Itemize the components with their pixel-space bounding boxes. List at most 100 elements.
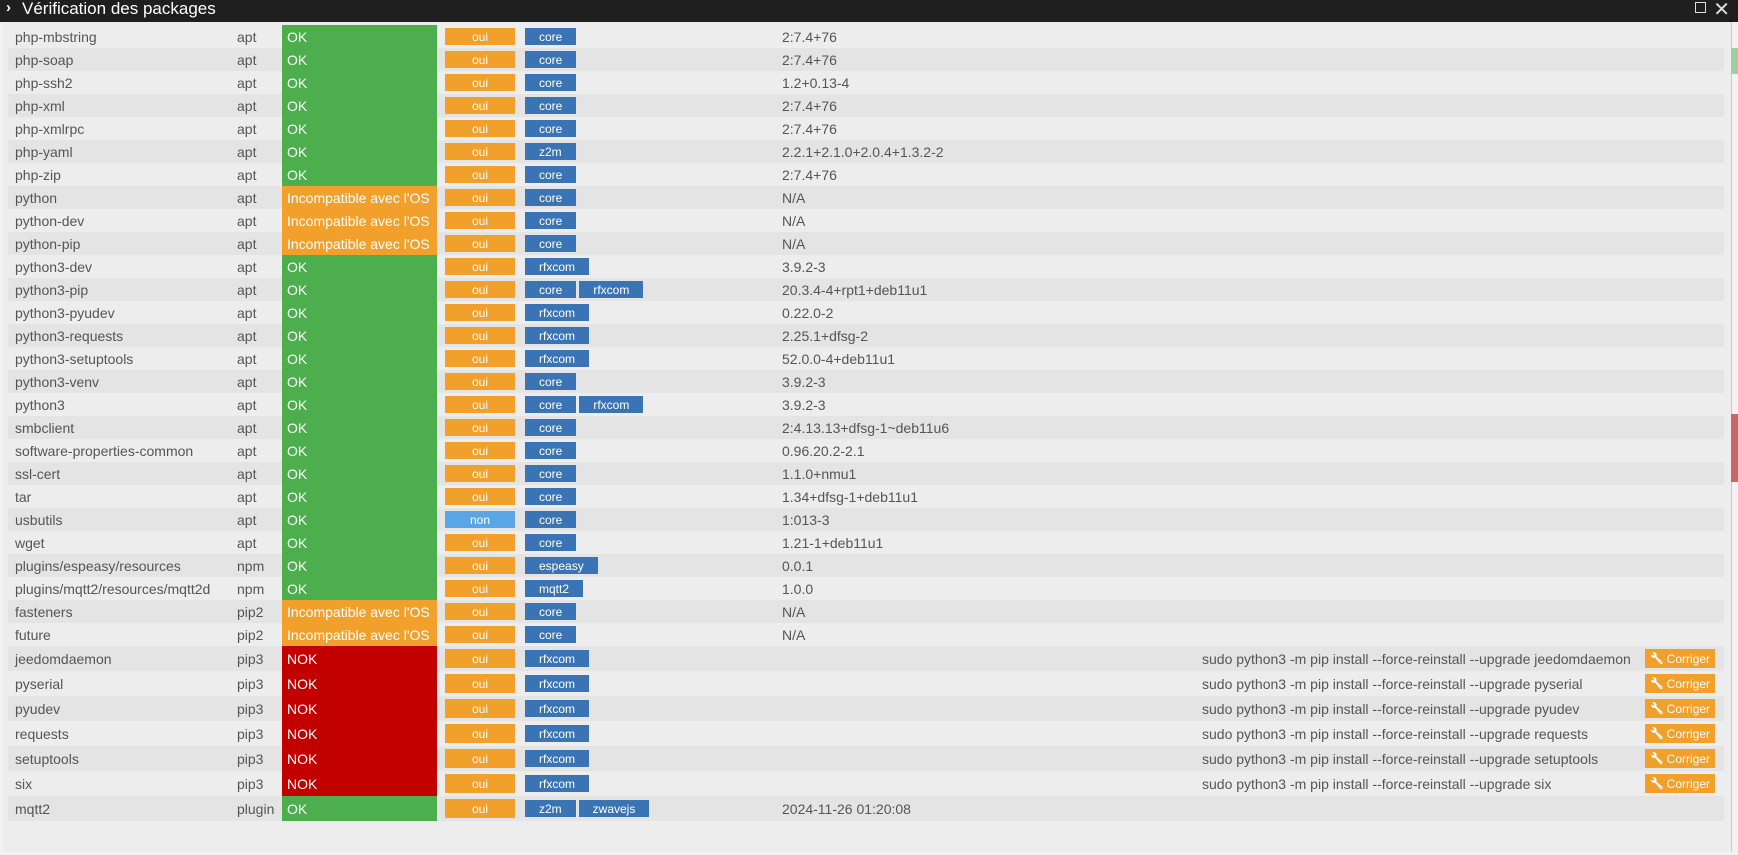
plugin-tags: rfxcom: [525, 646, 589, 671]
plugin-tag: rfxcom: [525, 675, 589, 692]
background-stripe: [1731, 414, 1738, 482]
table-row: plugins/espeasy/resources npm OK oui espeasy…: [8, 554, 1724, 577]
required-badge: oui: [445, 51, 515, 68]
package-name: python3-setuptools: [15, 350, 134, 367]
installed-version: 2:7.4+76: [782, 120, 837, 137]
required-badge: oui: [445, 674, 515, 693]
table-row: python3-pyudev apt OK oui rfxcom 0.22.0-2: [8, 301, 1724, 324]
package-name: php-xmlrpc: [15, 120, 85, 137]
package-type: apt: [237, 350, 257, 367]
status-badge: OK: [282, 416, 437, 439]
package-type: pip2: [237, 626, 264, 643]
package-type: apt: [237, 74, 257, 91]
table-row: usbutils apt OK non core 1:013-3: [8, 508, 1724, 531]
fix-button[interactable]: 🔧 Corriger: [1645, 724, 1715, 743]
fix-command: sudo python3 -m pip install --force-rein…: [1202, 650, 1631, 667]
plugin-tag: core: [525, 511, 577, 528]
plugin-tag: core: [525, 97, 577, 114]
fix-button-label: Corriger: [1666, 676, 1711, 691]
required-badge: oui: [445, 327, 515, 344]
chevron-right-icon: ›: [6, 0, 11, 16]
package-type: apt: [237, 488, 257, 505]
package-name: plugins/mqtt2/resources/mqtt2d: [15, 580, 211, 597]
required-badge: oui: [445, 189, 515, 206]
package-name: pyserial: [15, 675, 64, 692]
fix-button[interactable]: 🔧 Corriger: [1645, 674, 1715, 693]
package-name: php-ssh2: [15, 74, 73, 91]
package-type: apt: [237, 281, 257, 298]
status-badge: OK: [282, 439, 437, 462]
table-row: php-mbstring apt OK oui core 2:7.4+76: [8, 25, 1724, 48]
plugin-tags: core: [525, 462, 577, 485]
plugin-tags: core: [525, 416, 577, 439]
status-badge: Incompatible avec l'OS: [282, 623, 437, 646]
plugin-tag: core: [525, 442, 577, 459]
status-badge: OK: [282, 278, 437, 301]
package-name: mqtt2: [15, 800, 51, 817]
table-row: plugins/mqtt2/resources/mqtt2d npm OK oui mq…: [8, 577, 1724, 600]
package-name: python3-requests: [15, 327, 124, 344]
plugin-tag: espeasy: [525, 557, 598, 574]
required-badge: oui: [445, 120, 515, 137]
fix-button[interactable]: 🔧 Corriger: [1645, 749, 1715, 768]
package-type: apt: [237, 120, 257, 137]
package-name: setuptools: [15, 750, 79, 767]
table-row: php-zip apt OK oui core 2:7.4+76: [8, 163, 1724, 186]
table-row: pyudev pip3 NOK oui rfxcom sudo python3 -m pi…: [8, 696, 1724, 721]
plugin-tags: core: [525, 117, 577, 140]
maximize-icon[interactable]: [1695, 2, 1706, 13]
plugin-tags: rfxcom: [525, 721, 589, 746]
required-badge: oui: [445, 534, 515, 551]
package-name: tar: [15, 488, 32, 505]
plugin-tags: core: [525, 163, 577, 186]
package-type: apt: [237, 143, 257, 160]
table-row: php-ssh2 apt OK oui core 1.2+0.13-4: [8, 71, 1724, 94]
plugin-tag: core: [525, 419, 577, 436]
package-name: python-pip: [15, 235, 81, 252]
table-row: php-xml apt OK oui core 2:7.4+76: [8, 94, 1724, 117]
wrench-icon: 🔧: [1649, 778, 1664, 790]
package-name: wget: [15, 534, 45, 551]
required-badge: oui: [445, 488, 515, 505]
installed-version: N/A: [782, 189, 806, 206]
plugin-tags: rfxcom: [525, 771, 589, 796]
plugin-tag: zwavejs: [578, 800, 650, 817]
table-row: requests pip3 NOK oui rfxcom sudo python3 -m …: [8, 721, 1724, 746]
required-badge: oui: [445, 28, 515, 45]
status-badge: OK: [282, 255, 437, 278]
table-row: python-pip apt Incompatible avec l'OS oui co…: [8, 232, 1724, 255]
required-badge: oui: [445, 258, 515, 275]
plugin-tags: rfxcom: [525, 746, 589, 771]
plugin-tags: rfxcom: [525, 696, 589, 721]
plugin-tag: core: [525, 166, 577, 183]
status-badge: NOK: [282, 771, 437, 796]
fix-button[interactable]: 🔧 Corriger: [1645, 649, 1715, 668]
close-icon[interactable]: ✕: [1713, 0, 1730, 22]
plugin-tags: core: [525, 485, 577, 508]
table-row: python3-requests apt OK oui rfxcom 2.25.1+dfs…: [8, 324, 1724, 347]
installed-version: 0.22.0-2: [782, 304, 834, 321]
required-badge: oui: [445, 799, 515, 818]
required-badge: oui: [445, 143, 515, 160]
plugin-tags: core rfxcom: [525, 393, 644, 416]
window-title: Vérification des packages: [22, 0, 216, 18]
fix-button[interactable]: 🔧 Corriger: [1645, 774, 1715, 793]
plugin-tags: core: [525, 71, 577, 94]
package-name: jeedomdaemon: [15, 650, 112, 667]
required-badge: oui: [445, 97, 515, 114]
status-badge: Incompatible avec l'OS: [282, 209, 437, 232]
plugin-tag: rfxcom: [525, 775, 589, 792]
package-name: php-soap: [15, 51, 74, 68]
package-name: python3: [15, 396, 65, 413]
plugin-tag: core: [525, 189, 577, 206]
plugin-tag: z2m: [525, 800, 576, 817]
fix-command: sudo python3 -m pip install --force-rein…: [1202, 675, 1583, 692]
plugin-tags: espeasy: [525, 554, 598, 577]
plugin-tags: core: [525, 370, 577, 393]
plugin-tag: rfxcom: [525, 725, 589, 742]
fix-button[interactable]: 🔧 Corriger: [1645, 699, 1715, 718]
package-type: pip3: [237, 775, 264, 792]
package-type: apt: [237, 166, 257, 183]
package-name: pyudev: [15, 700, 61, 717]
installed-version: 0.0.1: [782, 557, 814, 574]
